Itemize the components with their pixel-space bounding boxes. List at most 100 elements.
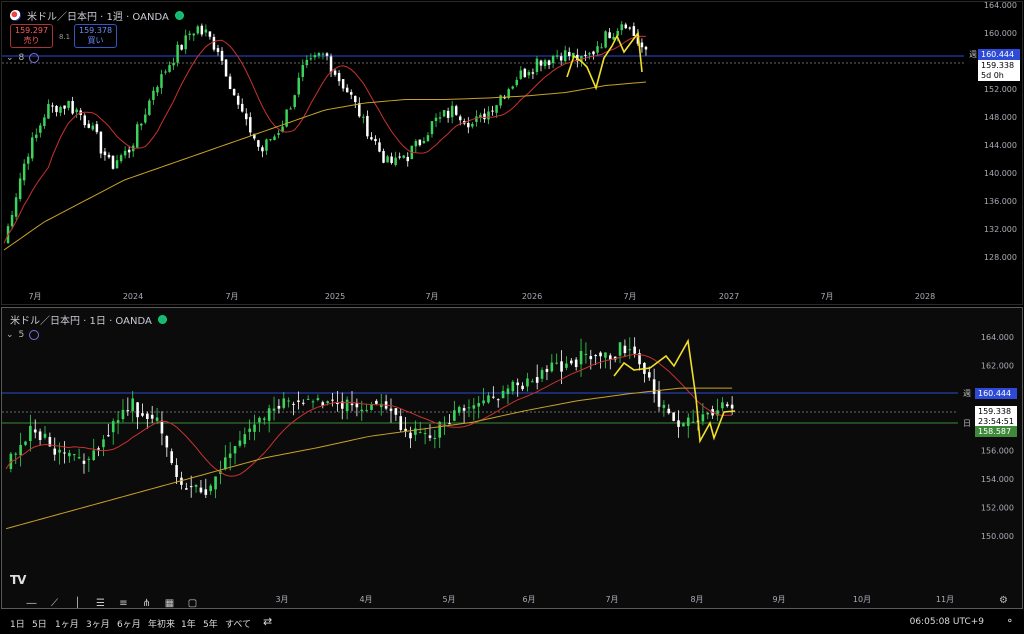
candle-body bbox=[293, 95, 296, 107]
range-5d-button[interactable]: 5日 bbox=[32, 617, 47, 630]
candle-body bbox=[245, 113, 248, 120]
buy-button[interactable]: 159.378 買い bbox=[74, 24, 118, 48]
weekly-countdown-tag: 5d 0h bbox=[978, 70, 1020, 81]
candle-body bbox=[457, 406, 461, 413]
usdjpy-flag-icon bbox=[10, 10, 21, 21]
candle-body bbox=[297, 77, 300, 95]
range-all-button[interactable]: すべて bbox=[225, 617, 251, 630]
weekly-price-tick: 128.000 bbox=[984, 253, 1017, 262]
candle-body bbox=[453, 410, 456, 421]
daily-level-tag: 158.587 bbox=[975, 426, 1017, 437]
candle-body bbox=[277, 133, 280, 135]
candle-body bbox=[492, 396, 495, 398]
trend-line-tool-icon[interactable]: ⟋ bbox=[45, 596, 64, 609]
daily-indicator-toggle[interactable]: ⌄ 5 bbox=[6, 330, 40, 340]
candle-body bbox=[422, 140, 426, 144]
fib-retracement-tool-icon[interactable]: ☰ bbox=[91, 596, 110, 609]
candle-body bbox=[33, 429, 37, 433]
visibility-icon[interactable] bbox=[29, 330, 40, 340]
daily-chart-canvas[interactable]: 164.000162.000160.000158.000156.000154.0… bbox=[2, 308, 1022, 608]
daily-price-tick: 164.000 bbox=[981, 333, 1014, 342]
candle-body bbox=[725, 404, 729, 407]
candle-body bbox=[523, 68, 527, 78]
candle-body bbox=[448, 423, 451, 425]
sell-button[interactable]: 159.297 売り bbox=[10, 24, 54, 48]
candle-body bbox=[136, 402, 139, 418]
candle-body bbox=[196, 26, 200, 34]
candle-body bbox=[477, 403, 481, 407]
daily-symbol-title[interactable]: 米ドル／日本円 · 1日 · OANDA bbox=[10, 312, 152, 327]
buy-label: 買い bbox=[87, 36, 104, 45]
candle-body bbox=[204, 29, 208, 33]
candle-body bbox=[446, 110, 450, 118]
range-6m-button[interactable]: 6ヶ月 bbox=[117, 617, 141, 630]
range-3m-button[interactable]: 3ヶ月 bbox=[86, 617, 110, 630]
daily-price-tick: 152.000 bbox=[981, 503, 1014, 512]
spread-value: 8.1 bbox=[59, 33, 71, 41]
candle-body bbox=[628, 27, 632, 29]
candle-body bbox=[160, 74, 163, 88]
weekly-chart-pane[interactable]: 164.000160.000156.000152.000148.000144.0… bbox=[1, 1, 1023, 305]
daily-zigzag-line bbox=[613, 338, 736, 444]
horizontal-line-tool-icon[interactable]: ― bbox=[22, 596, 41, 609]
candle-body bbox=[305, 59, 309, 66]
weekly-time-tick: 2024 bbox=[123, 292, 143, 301]
candle-body bbox=[228, 453, 232, 458]
candle-body bbox=[545, 368, 549, 372]
range-1d-button[interactable]: 1日 bbox=[10, 617, 25, 630]
weekly-indicator-toggle[interactable]: ⌄ 8 bbox=[6, 53, 40, 63]
candle-body bbox=[156, 87, 159, 93]
chart-layout-icon[interactable]: ⚬ bbox=[1006, 616, 1014, 627]
candle-body bbox=[170, 451, 173, 464]
parallel-channel-tool-icon[interactable]: ≡ bbox=[114, 596, 133, 609]
candle-body bbox=[311, 401, 315, 403]
weekly-time-tick: 7月 bbox=[28, 292, 41, 301]
pitchfork-tool-icon[interactable]: ⋔ bbox=[137, 596, 156, 609]
candle-body bbox=[730, 404, 734, 409]
weekly-time-tick: 2025 bbox=[325, 292, 345, 301]
candle-body bbox=[531, 72, 535, 74]
candle-body bbox=[568, 51, 571, 57]
vertical-line-tool-icon[interactable]: │ bbox=[68, 596, 87, 609]
weekly-indicator-count: 8 bbox=[18, 53, 25, 63]
range-5y-button[interactable]: 5年 bbox=[203, 617, 218, 630]
range-ytd-button[interactable]: 年初来 bbox=[148, 617, 175, 630]
candle-body bbox=[677, 420, 680, 427]
candle-body bbox=[604, 31, 607, 48]
weekly-time-tick: 2026 bbox=[522, 292, 542, 301]
bottom-toolbar: 1日 5日 1ヶ月 3ヶ月 6ヶ月 年初来 1年 5年 すべて ⇄ 06:05:… bbox=[0, 611, 1024, 634]
candle-body bbox=[559, 56, 563, 61]
rectangle-tool-icon[interactable]: ▢ bbox=[183, 596, 202, 609]
candle-body bbox=[365, 410, 368, 412]
candle-body bbox=[414, 140, 418, 147]
candle-body bbox=[82, 460, 86, 464]
grid-tool-icon[interactable]: ▦ bbox=[160, 596, 179, 609]
daily-weekly-level-tag: 160.444 bbox=[975, 388, 1017, 399]
chevron-down-icon: ⌄ bbox=[6, 330, 14, 340]
weekly-price-tick: 148.000 bbox=[984, 113, 1017, 122]
weekly-symbol-title[interactable]: 米ドル／日本円 · 1週 · OANDA bbox=[27, 8, 169, 23]
utc-clock[interactable]: 06:05:08 UTC+9 bbox=[910, 617, 984, 627]
candle-body bbox=[317, 52, 321, 56]
weekly-chart-canvas[interactable]: 164.000160.000156.000152.000148.000144.0… bbox=[2, 2, 1023, 305]
candle-body bbox=[194, 485, 198, 487]
candle-body bbox=[238, 440, 242, 446]
settings-gear-icon[interactable]: ⚙ bbox=[999, 595, 1008, 606]
candle-body bbox=[623, 345, 627, 354]
candle-body bbox=[180, 44, 183, 50]
candle-body bbox=[155, 417, 159, 421]
candle-body bbox=[111, 421, 115, 433]
candle-body bbox=[471, 123, 474, 127]
candle-body bbox=[652, 379, 656, 394]
weekly-time-tick: 2027 bbox=[719, 292, 739, 301]
candle-body bbox=[71, 100, 74, 114]
candle-body bbox=[199, 487, 203, 493]
goto-date-icon[interactable]: ⇄ bbox=[263, 615, 272, 628]
range-1m-button[interactable]: 1ヶ月 bbox=[55, 617, 79, 630]
candle-body bbox=[506, 388, 510, 395]
visibility-icon[interactable] bbox=[29, 53, 40, 63]
daily-chart-pane[interactable]: 164.000162.000160.000158.000156.000154.0… bbox=[1, 307, 1023, 609]
range-1y-button[interactable]: 1年 bbox=[181, 617, 196, 630]
candle-body bbox=[404, 428, 407, 431]
buy-price: 159.378 bbox=[79, 26, 113, 35]
